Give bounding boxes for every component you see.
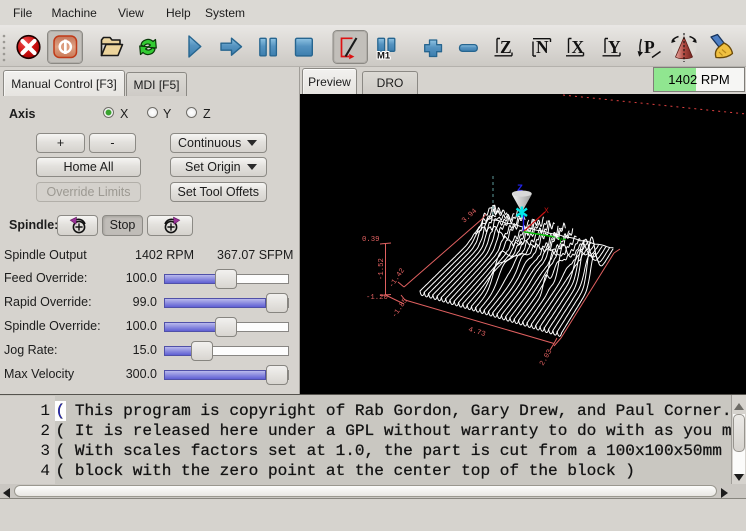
svg-text:Y: Y [558,237,563,246]
svg-text:M1: M1 [377,51,391,62]
svg-text:-1.52: -1.52 [378,258,386,280]
svg-text:P: P [644,37,655,57]
svg-text:N: N [536,37,549,57]
svg-text:X: X [572,37,585,57]
svg-text:X: X [544,207,549,216]
svg-text:0.39: 0.39 [362,236,380,244]
svg-text:Y: Y [608,37,621,57]
svg-text:-1.20: -1.20 [366,294,388,302]
svg-text:Z: Z [500,37,512,57]
